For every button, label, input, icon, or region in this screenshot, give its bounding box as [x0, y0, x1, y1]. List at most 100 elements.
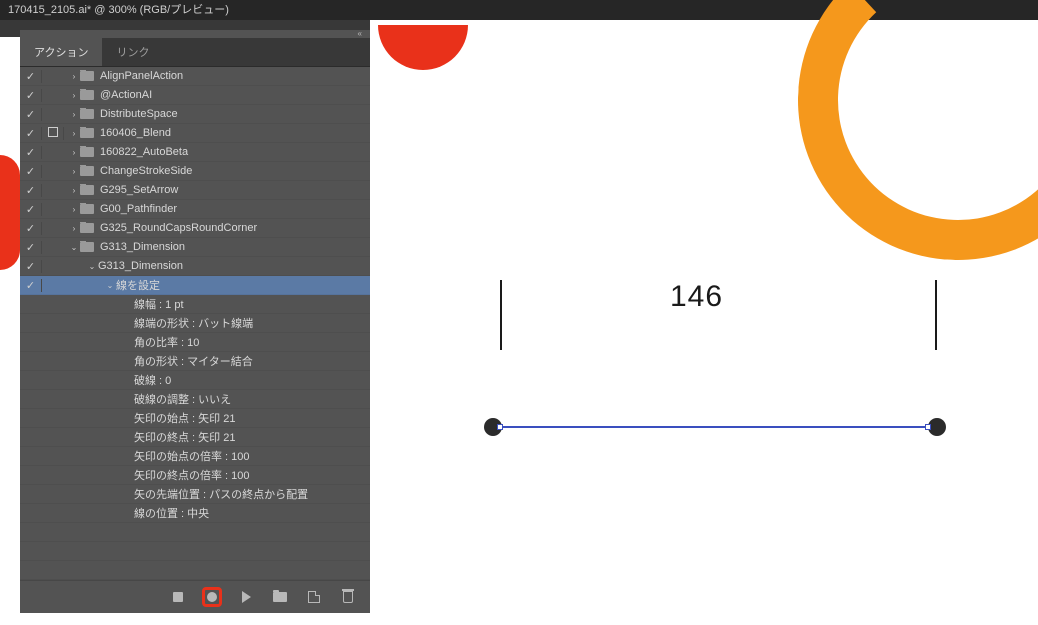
- toggle-column[interactable]: [20, 89, 42, 102]
- delete-button[interactable]: [338, 587, 358, 607]
- toggle-column[interactable]: [20, 127, 42, 140]
- row-content: ›@ActionAI: [64, 89, 370, 101]
- check-icon: [26, 280, 35, 292]
- check-icon: [26, 128, 35, 140]
- check-icon: [26, 242, 35, 254]
- chevron-right-icon[interactable]: ›: [68, 186, 80, 195]
- dimension-label: 146: [670, 280, 723, 314]
- anchor-handle-right[interactable]: [925, 424, 931, 430]
- check-icon: [26, 71, 35, 83]
- row-label: 線の位置 : 中央: [134, 505, 209, 521]
- chevron-down-icon[interactable]: ⌄: [68, 243, 80, 252]
- play-button[interactable]: [236, 587, 256, 607]
- tab-links[interactable]: リンク: [102, 38, 163, 66]
- new-set-button[interactable]: [270, 587, 290, 607]
- action-row[interactable]: 線の位置 : 中央: [20, 504, 370, 523]
- row-label: 線端の形状 : バット線端: [134, 315, 253, 331]
- action-row[interactable]: 角の比率 : 10: [20, 333, 370, 352]
- action-row[interactable]: ›@ActionAI: [20, 86, 370, 105]
- row-label: ChangeStrokeSide: [100, 165, 192, 177]
- stop-button[interactable]: [168, 587, 188, 607]
- row-content: 矢の先端位置 : パスの終点から配置: [64, 486, 370, 502]
- tab-actions[interactable]: アクション: [20, 38, 102, 66]
- action-row[interactable]: 破線の調整 : いいえ: [20, 390, 370, 409]
- artwork-red-shape-left: [0, 155, 20, 270]
- row-label: G295_SetArrow: [100, 184, 178, 196]
- row-content: 破線 : 0: [64, 372, 370, 388]
- row-content: › AlignPanelAction: [64, 70, 370, 82]
- dialog-column[interactable]: [42, 127, 64, 140]
- toggle-column[interactable]: [20, 279, 42, 292]
- action-row[interactable]: 矢の先端位置 : パスの終点から配置: [20, 485, 370, 504]
- dimension-tick-left: [500, 280, 502, 350]
- action-row[interactable]: ⌄G313_Dimension: [20, 257, 370, 276]
- folder-icon: [80, 147, 94, 157]
- row-content: › ChangeStrokeSide: [64, 165, 370, 177]
- panel-collapse-bar[interactable]: «: [20, 30, 370, 38]
- chevron-right-icon[interactable]: ›: [68, 167, 80, 176]
- chevron-right-icon[interactable]: ›: [68, 91, 80, 100]
- toggle-column[interactable]: [20, 260, 42, 273]
- action-row[interactable]: 角の形状 : マイター結合: [20, 352, 370, 371]
- row-content: › 160406_Blend: [64, 127, 370, 139]
- toggle-column[interactable]: [20, 184, 42, 197]
- action-row[interactable]: › 160822_AutoBeta: [20, 143, 370, 162]
- action-row[interactable]: 矢印の始点の倍率 : 100: [20, 447, 370, 466]
- action-row[interactable]: 矢印の終点の倍率 : 100: [20, 466, 370, 485]
- action-row[interactable]: 線幅 : 1 pt: [20, 295, 370, 314]
- row-content: 角の形状 : マイター結合: [64, 353, 370, 369]
- folder-icon: [80, 71, 94, 81]
- action-row[interactable]: ⌄線を設定: [20, 276, 370, 295]
- chevron-right-icon[interactable]: ›: [68, 110, 80, 119]
- row-label: 角の比率 : 10: [134, 334, 199, 350]
- panel-footer: [20, 580, 370, 613]
- chevron-right-icon[interactable]: ›: [68, 224, 80, 233]
- folder-icon: [80, 223, 94, 233]
- action-row[interactable]: ›G325_RoundCapsRoundCorner: [20, 219, 370, 238]
- collapse-icon: «: [358, 29, 362, 38]
- chevron-right-icon[interactable]: ›: [68, 129, 80, 138]
- toggle-column[interactable]: [20, 165, 42, 178]
- row-content: ⌄G313_Dimension: [64, 260, 370, 272]
- row-content: ⌄線を設定: [64, 277, 370, 293]
- row-label: AlignPanelAction: [100, 70, 183, 82]
- dialog-icon: [48, 127, 58, 137]
- row-content: 矢印の終点 : 矢印 21: [64, 429, 370, 445]
- toggle-column[interactable]: [20, 241, 42, 254]
- row-label: G00_Pathfinder: [100, 203, 177, 215]
- action-row[interactable]: › G295_SetArrow: [20, 181, 370, 200]
- chevron-right-icon[interactable]: ›: [68, 72, 80, 81]
- selected-path[interactable]: [490, 426, 940, 428]
- action-row[interactable]: ⌄G313_Dimension: [20, 238, 370, 257]
- chevron-down-icon[interactable]: ⌄: [104, 281, 116, 290]
- chevron-right-icon[interactable]: ›: [68, 205, 80, 214]
- new-action-button[interactable]: [304, 587, 324, 607]
- chevron-right-icon[interactable]: ›: [68, 148, 80, 157]
- toggle-column[interactable]: [20, 222, 42, 235]
- row-label: 160406_Blend: [100, 127, 171, 139]
- action-row[interactable]: ›DistributeSpace: [20, 105, 370, 124]
- row-content: › 160822_AutoBeta: [64, 146, 370, 158]
- toggle-column[interactable]: [20, 203, 42, 216]
- chevron-down-icon[interactable]: ⌄: [86, 262, 98, 271]
- folder-icon: [80, 166, 94, 176]
- action-row[interactable]: 破線 : 0: [20, 371, 370, 390]
- row-label: 160822_AutoBeta: [100, 146, 188, 158]
- action-row[interactable]: 矢印の始点 : 矢印 21: [20, 409, 370, 428]
- action-row[interactable]: › ChangeStrokeSide: [20, 162, 370, 181]
- record-button[interactable]: [202, 587, 222, 607]
- action-row[interactable]: › 160406_Blend: [20, 124, 370, 143]
- panel-tabs: アクション リンク: [20, 38, 370, 67]
- action-row[interactable]: 矢印の終点 : 矢印 21: [20, 428, 370, 447]
- action-row[interactable]: › G00_Pathfinder: [20, 200, 370, 219]
- check-icon: [26, 261, 35, 273]
- toggle-column[interactable]: [20, 70, 42, 83]
- action-row[interactable]: 線端の形状 : バット線端: [20, 314, 370, 333]
- action-row[interactable]: › AlignPanelAction: [20, 67, 370, 86]
- toggle-column[interactable]: [20, 108, 42, 121]
- toggle-column[interactable]: [20, 146, 42, 159]
- anchor-handle-left[interactable]: [497, 424, 503, 430]
- canvas-area: 146: [370, 20, 1038, 625]
- folder-icon: [80, 90, 94, 100]
- row-content: ⌄G313_Dimension: [64, 241, 370, 253]
